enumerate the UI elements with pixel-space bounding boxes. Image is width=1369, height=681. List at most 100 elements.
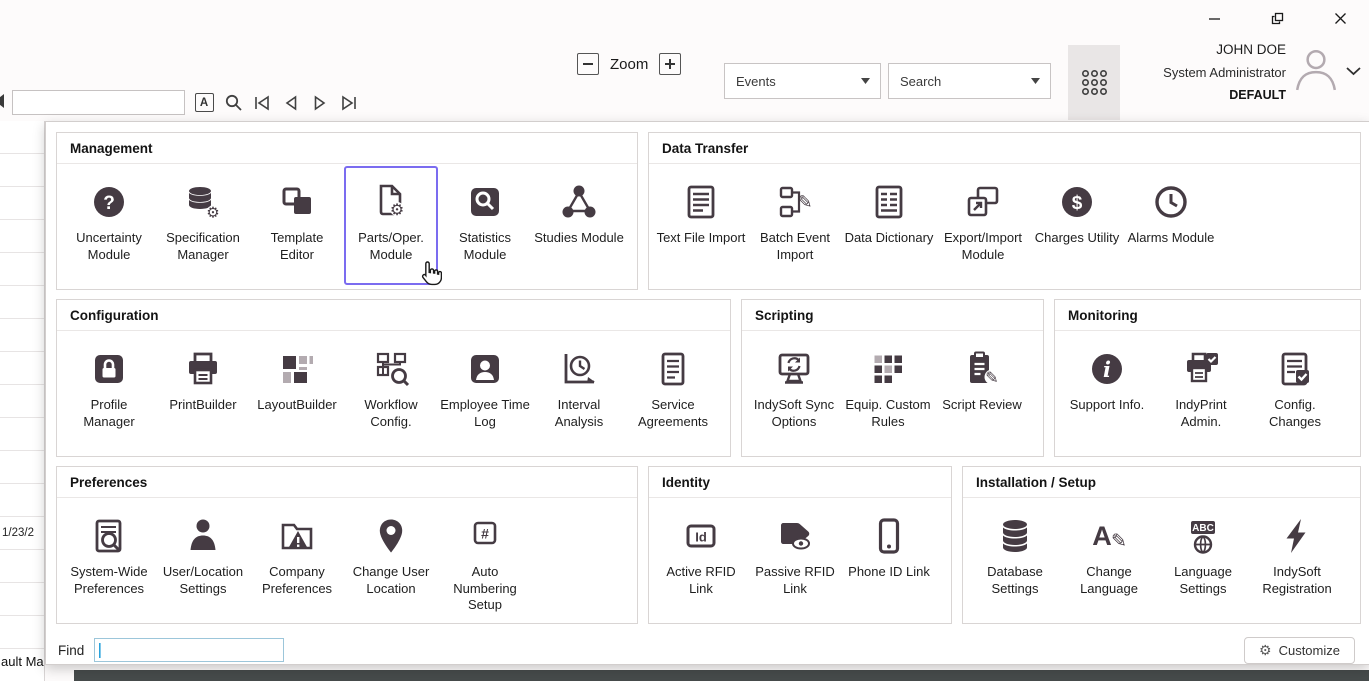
menu-row: Configuration Profile Manager PrintBuilder… bbox=[56, 299, 1361, 457]
menu-item-specification-manager[interactable]: ⚙Specification Manager bbox=[156, 166, 250, 285]
menu-item-employee-time-log[interactable]: Employee Time Log bbox=[438, 333, 532, 452]
menu-item-change-user-location[interactable]: Change User Location bbox=[344, 500, 438, 619]
letter-a-icon: A bbox=[195, 93, 214, 112]
menu-item-profile-manager[interactable]: Profile Manager bbox=[62, 333, 156, 452]
section-title: Data Transfer bbox=[649, 133, 1360, 164]
section-title: Identity bbox=[649, 467, 951, 498]
windows-arrow-icon bbox=[963, 179, 1003, 225]
clock-chart-icon bbox=[559, 346, 599, 392]
close-button[interactable] bbox=[1333, 10, 1347, 26]
menu-item-equip-custom-rules[interactable]: Equip. Custom Rules bbox=[841, 333, 935, 452]
find-label: Find bbox=[58, 643, 84, 658]
next-record-button[interactable] bbox=[310, 92, 330, 114]
section-items: iSupport Info.IndyPrint Admin.Config. Ch… bbox=[1055, 331, 1360, 456]
menu-item-studies-module[interactable]: Studies Module bbox=[532, 166, 626, 285]
menu-item-label: Alarms Module bbox=[1128, 230, 1215, 247]
lightning-bolt-icon bbox=[1277, 513, 1317, 559]
menu-item-user-location-settings[interactable]: User/Location Settings bbox=[156, 500, 250, 619]
menu-item-label: Interval Analysis bbox=[534, 397, 624, 430]
events-dropdown[interactable]: Events bbox=[724, 63, 881, 99]
restore-button[interactable] bbox=[1270, 10, 1284, 26]
svg-text:✎: ✎ bbox=[1111, 531, 1127, 552]
section-items: System-Wide PreferencesUser/Location Set… bbox=[57, 498, 637, 623]
avatar[interactable] bbox=[1293, 47, 1339, 96]
find-input[interactable] bbox=[94, 638, 284, 662]
menu-launcher-button[interactable] bbox=[1068, 45, 1120, 120]
menu-item-phone-id-link[interactable]: Phone ID Link bbox=[842, 500, 936, 619]
menu-item-interval-analysis[interactable]: Interval Analysis bbox=[532, 333, 626, 452]
menu-item-indyprint-admin[interactable]: IndyPrint Admin. bbox=[1154, 333, 1248, 452]
quick-search-input[interactable] bbox=[12, 90, 185, 115]
menu-item-label: Parts/Oper. Module bbox=[346, 230, 436, 263]
menu-item-label: Specification Manager bbox=[158, 230, 248, 263]
section-items: Database SettingsA✎Change LanguageABCLan… bbox=[963, 498, 1360, 623]
user-menu-chevron[interactable] bbox=[1346, 63, 1361, 81]
section-title: Configuration bbox=[57, 300, 730, 331]
menu-item-statistics-module[interactable]: Statistics Module bbox=[438, 166, 532, 285]
menu-item-system-wide-preferences[interactable]: System-Wide Preferences bbox=[62, 500, 156, 619]
menu-item-auto-numbering-setup[interactable]: #Auto Numbering Setup bbox=[438, 500, 532, 619]
search-dropdown[interactable]: Search bbox=[888, 63, 1051, 99]
menu-item-label: Text File Import bbox=[657, 230, 746, 247]
menu-item-passive-rfid-link[interactable]: Passive RFID Link bbox=[748, 500, 842, 619]
section-title: Management bbox=[57, 133, 637, 164]
menu-item-parts-oper-module[interactable]: ⚙Parts/Oper. Module bbox=[344, 166, 438, 285]
search-button[interactable] bbox=[223, 92, 243, 114]
id-card-icon: Id bbox=[681, 513, 721, 559]
menu-item-service-agreements[interactable]: Service Agreements bbox=[626, 333, 720, 452]
menu-item-label: Uncertainty Module bbox=[64, 230, 154, 263]
font-case-button[interactable]: A bbox=[194, 92, 214, 114]
plus-icon bbox=[664, 58, 676, 70]
menu-item-label: Profile Manager bbox=[64, 397, 154, 430]
menu-item-data-dictionary[interactable]: Data Dictionary bbox=[842, 166, 936, 285]
menu-item-indysoft-registration[interactable]: IndySoft Registration bbox=[1250, 500, 1344, 619]
menu-item-change-language[interactable]: A✎Change Language bbox=[1062, 500, 1156, 619]
menu-item-language-settings[interactable]: ABCLanguage Settings bbox=[1156, 500, 1250, 619]
menu-item-label: PrintBuilder bbox=[169, 397, 236, 414]
stacked-pages-icon bbox=[277, 179, 317, 225]
menu-item-label: Phone ID Link bbox=[848, 564, 930, 581]
menu-item-active-rfid-link[interactable]: IdActive RFID Link bbox=[654, 500, 748, 619]
app-window: { "topbar": { "zoom_label": "Zoom", "eve… bbox=[0, 0, 1369, 681]
section-title: Scripting bbox=[742, 300, 1043, 331]
menu-item-support-info[interactable]: iSupport Info. bbox=[1060, 333, 1154, 452]
menu-item-label: Support Info. bbox=[1070, 397, 1144, 414]
customize-button[interactable]: ⚙ Customize bbox=[1244, 637, 1355, 664]
last-record-button[interactable] bbox=[339, 92, 359, 114]
menu-item-text-file-import[interactable]: Text File Import bbox=[654, 166, 748, 285]
person-icon bbox=[183, 513, 223, 559]
previous-record-button[interactable] bbox=[281, 92, 301, 114]
first-record-button[interactable] bbox=[252, 92, 272, 114]
menu-item-config-changes[interactable]: Config. Changes bbox=[1248, 333, 1342, 452]
section-title: Installation / Setup bbox=[963, 467, 1360, 498]
menu-item-label: Batch Event Import bbox=[750, 230, 840, 263]
menu-item-template-editor[interactable]: Template Editor bbox=[250, 166, 344, 285]
menu-item-export-import-module[interactable]: Export/Import Module bbox=[936, 166, 1030, 285]
layout-grid-icon bbox=[277, 346, 317, 392]
minimize-button[interactable] bbox=[1207, 10, 1221, 26]
menu-row: PreferencesSystem-Wide PreferencesUser/L… bbox=[56, 466, 1361, 624]
menu-item-uncertainty-module[interactable]: ?Uncertainty Module bbox=[62, 166, 156, 285]
menu-item-script-review[interactable]: ✎Script Review bbox=[935, 333, 1029, 452]
menu-item-indysoft-sync-options[interactable]: IndySoft Sync Options bbox=[747, 333, 841, 452]
menu-item-label: Passive RFID Link bbox=[750, 564, 840, 597]
menu-item-alarms-module[interactable]: Alarms Module bbox=[1124, 166, 1218, 285]
network-nodes-icon bbox=[559, 179, 599, 225]
background-grid-rows: 1/23/2 bbox=[0, 121, 45, 681]
menu-item-charges-utility[interactable]: $Charges Utility bbox=[1030, 166, 1124, 285]
menu-item-printbuilder[interactable]: PrintBuilder bbox=[156, 333, 250, 452]
square-magnifier-icon bbox=[465, 179, 505, 225]
section-management: Management?Uncertainty Module⚙Specificat… bbox=[56, 132, 638, 290]
menu-item-layoutbuilder[interactable]: LayoutBuilder bbox=[250, 333, 344, 452]
section-scripting: ScriptingIndySoft Sync OptionsEquip. Cus… bbox=[741, 299, 1044, 457]
document-check-icon bbox=[1275, 346, 1315, 392]
menu-item-batch-event-import[interactable]: ✎Batch Event Import bbox=[748, 166, 842, 285]
section-configuration: Configuration Profile Manager PrintBuilder… bbox=[56, 299, 731, 457]
menu-item-label: LayoutBuilder bbox=[257, 397, 337, 414]
menu-item-company-preferences[interactable]: Company Preferences bbox=[250, 500, 344, 619]
background-status-bar bbox=[74, 670, 1369, 681]
menu-item-database-settings[interactable]: Database Settings bbox=[968, 500, 1062, 619]
menu-item-workflow-config[interactable]: Workflow Config. bbox=[344, 333, 438, 452]
zoom-in-button[interactable] bbox=[659, 53, 681, 75]
zoom-out-button[interactable] bbox=[577, 53, 599, 75]
